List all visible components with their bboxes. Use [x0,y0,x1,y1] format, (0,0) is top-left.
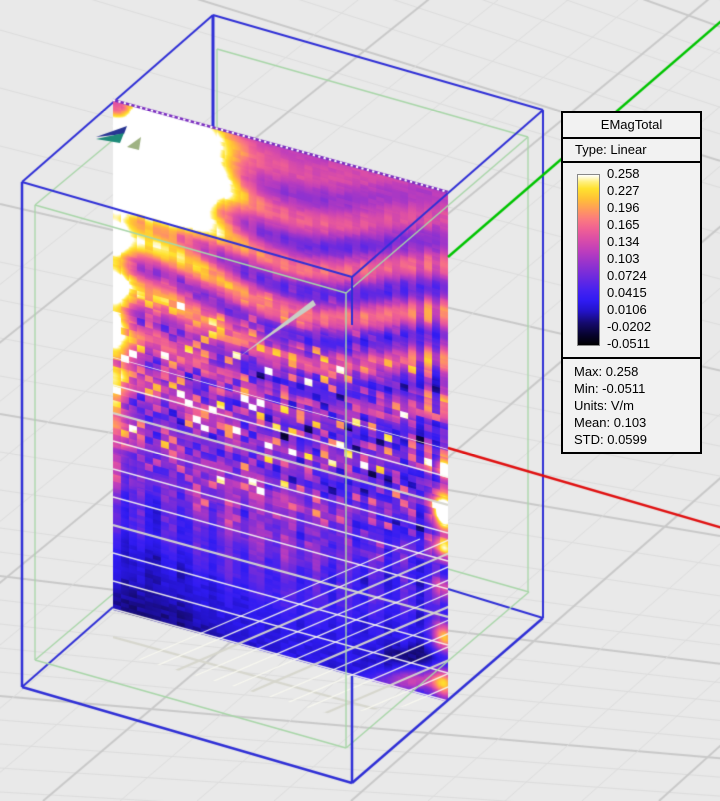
scale-value: 0.0106 [607,301,651,318]
scale-value: 0.0724 [607,267,651,284]
scale-value: 0.103 [607,250,651,267]
legend-scale-values: 0.258 0.227 0.196 0.165 0.134 0.103 0.07… [607,165,651,352]
legend-type-label: Type: Linear [563,139,700,163]
scale-value: 0.227 [607,182,651,199]
3d-viewport: EMagTotal Type: Linear 0.258 0.227 0.196… [0,0,720,801]
stat-units: Units: V/m [574,397,700,414]
legend-scale: 0.258 0.227 0.196 0.165 0.134 0.103 0.07… [563,163,700,357]
stat-std: STD: 0.0599 [574,431,700,448]
scale-value: 0.134 [607,233,651,250]
scale-value: 0.165 [607,216,651,233]
stat-mean: Mean: 0.103 [574,414,700,431]
scale-value: 0.258 [607,165,651,182]
field-legend-panel[interactable]: EMagTotal Type: Linear 0.258 0.227 0.196… [561,111,702,454]
stat-min: Min: -0.0511 [574,380,700,397]
legend-title: EMagTotal [563,113,700,139]
scale-value: -0.0202 [607,318,651,335]
stat-max: Max: 0.258 [574,363,700,380]
scale-value: -0.0511 [607,335,651,352]
scale-value: 0.196 [607,199,651,216]
legend-colorbar [577,174,600,346]
legend-stats: Max: 0.258 Min: -0.0511 Units: V/m Mean:… [563,357,700,452]
scale-value: 0.0415 [607,284,651,301]
